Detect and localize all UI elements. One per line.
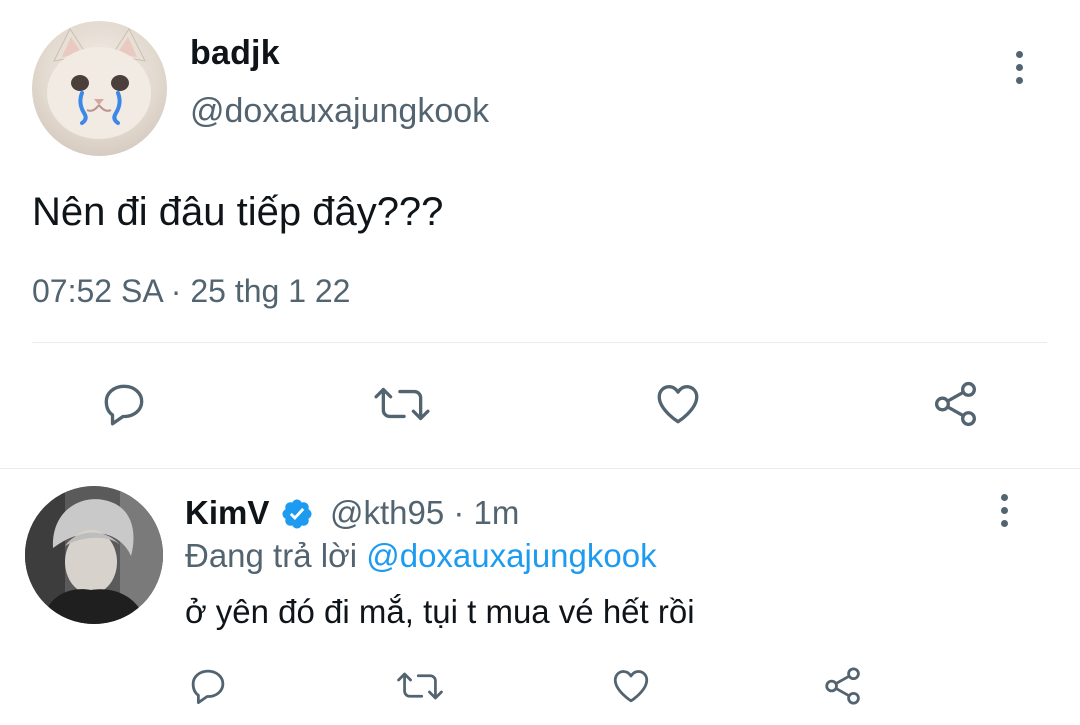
reply-reply-button[interactable] [186,664,230,708]
divider [0,468,1080,469]
comment-icon [104,384,144,426]
reply-retweet-button[interactable] [395,664,445,708]
like-button[interactable] [651,378,705,430]
more-vertical-icon[interactable] [1001,494,1008,527]
author-avatar[interactable] [32,21,167,156]
retweet-button[interactable] [372,378,432,430]
tweet-timestamp[interactable]: 07:52 SA · 25 thg 1 22 [32,273,350,310]
reply-author-avatar[interactable] [25,486,163,624]
verified-badge-icon [280,497,314,531]
more-vertical-icon[interactable] [1016,51,1023,84]
share-icon [934,381,976,427]
reply-author-display-name[interactable]: KimV [185,494,269,532]
reply-like-button[interactable] [609,664,653,708]
share-button[interactable] [930,378,982,430]
replying-to-mention[interactable]: @doxauxajungkook [366,537,656,574]
reply-author-handle-time[interactable]: @kth95 · 1m [330,494,519,532]
heart-icon [657,385,699,424]
replying-to-line: Đang trả lời @doxauxajungkook [185,537,657,575]
divider [32,342,1047,343]
retweet-icon [374,387,430,421]
tweet-text: Nên đi đâu tiếp đây??? [32,190,444,234]
share-icon [825,667,860,705]
reply-share-button[interactable] [821,664,865,708]
replying-to-prefix: Đang trả lời [185,537,358,574]
author-handle[interactable]: @doxauxajungkook [190,92,489,131]
author-display-name[interactable]: badjk [190,34,280,73]
heart-icon [613,670,649,703]
reply-button[interactable] [98,378,150,430]
retweet-icon [397,672,443,700]
reply-text: ở yên đó đi mắ, tụi t mua vé hết rồi [185,593,695,630]
comment-icon [191,669,225,705]
